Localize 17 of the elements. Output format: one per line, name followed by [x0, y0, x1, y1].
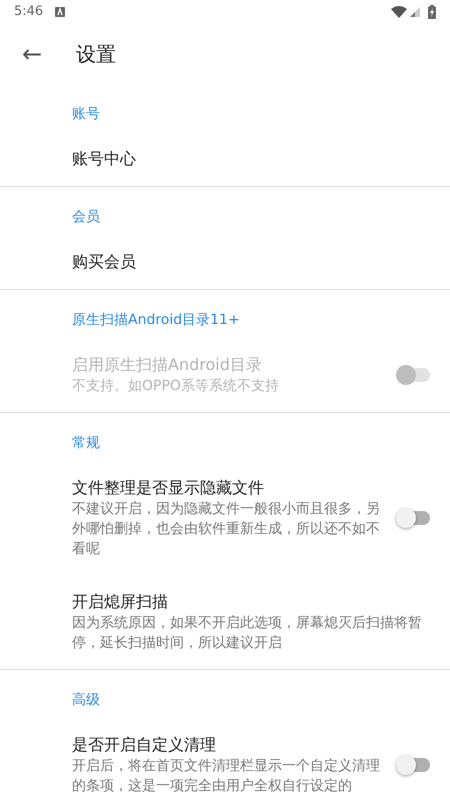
section-header: 原生扫描Android目录11+ [71, 311, 241, 330]
section-header: 常规 [71, 434, 101, 453]
back-button[interactable]: ← [4, 26, 60, 82]
preference-item[interactable]: 是否开启自定义清理 开启后，将在首页文件清理栏显示一个自定义清理的条项，这是一项完全由用户全权自行设定的 [0, 718, 450, 800]
section-header: 会员 [71, 208, 101, 227]
signal-icon [410, 7, 420, 17]
battery-icon [428, 5, 436, 19]
preference-item[interactable]: 购买会员 [0, 235, 450, 289]
preference-item[interactable]: 文件整理是否显示隐藏文件 不建议开启，因为隐藏文件一般很小而且很多，另外哪怕删掉，也会由软件重新生成，所以还不如不看呢 [0, 461, 450, 575]
page-title: 设置 [76, 41, 116, 68]
preference-item[interactable]: 开启熄屏扫描 因为系统原因，如果不开启此选项，屏幕熄灭后扫描将暂停，延长扫描时间，所以建议开启 [0, 575, 450, 669]
section-header: 高级 [71, 691, 101, 710]
section-header: 账号 [71, 105, 101, 124]
notification-icon [55, 7, 66, 17]
preference-item[interactable]: 账号中心 [0, 132, 450, 186]
wifi-icon [391, 6, 407, 18]
clock-time: 5:46 [14, 3, 44, 22]
